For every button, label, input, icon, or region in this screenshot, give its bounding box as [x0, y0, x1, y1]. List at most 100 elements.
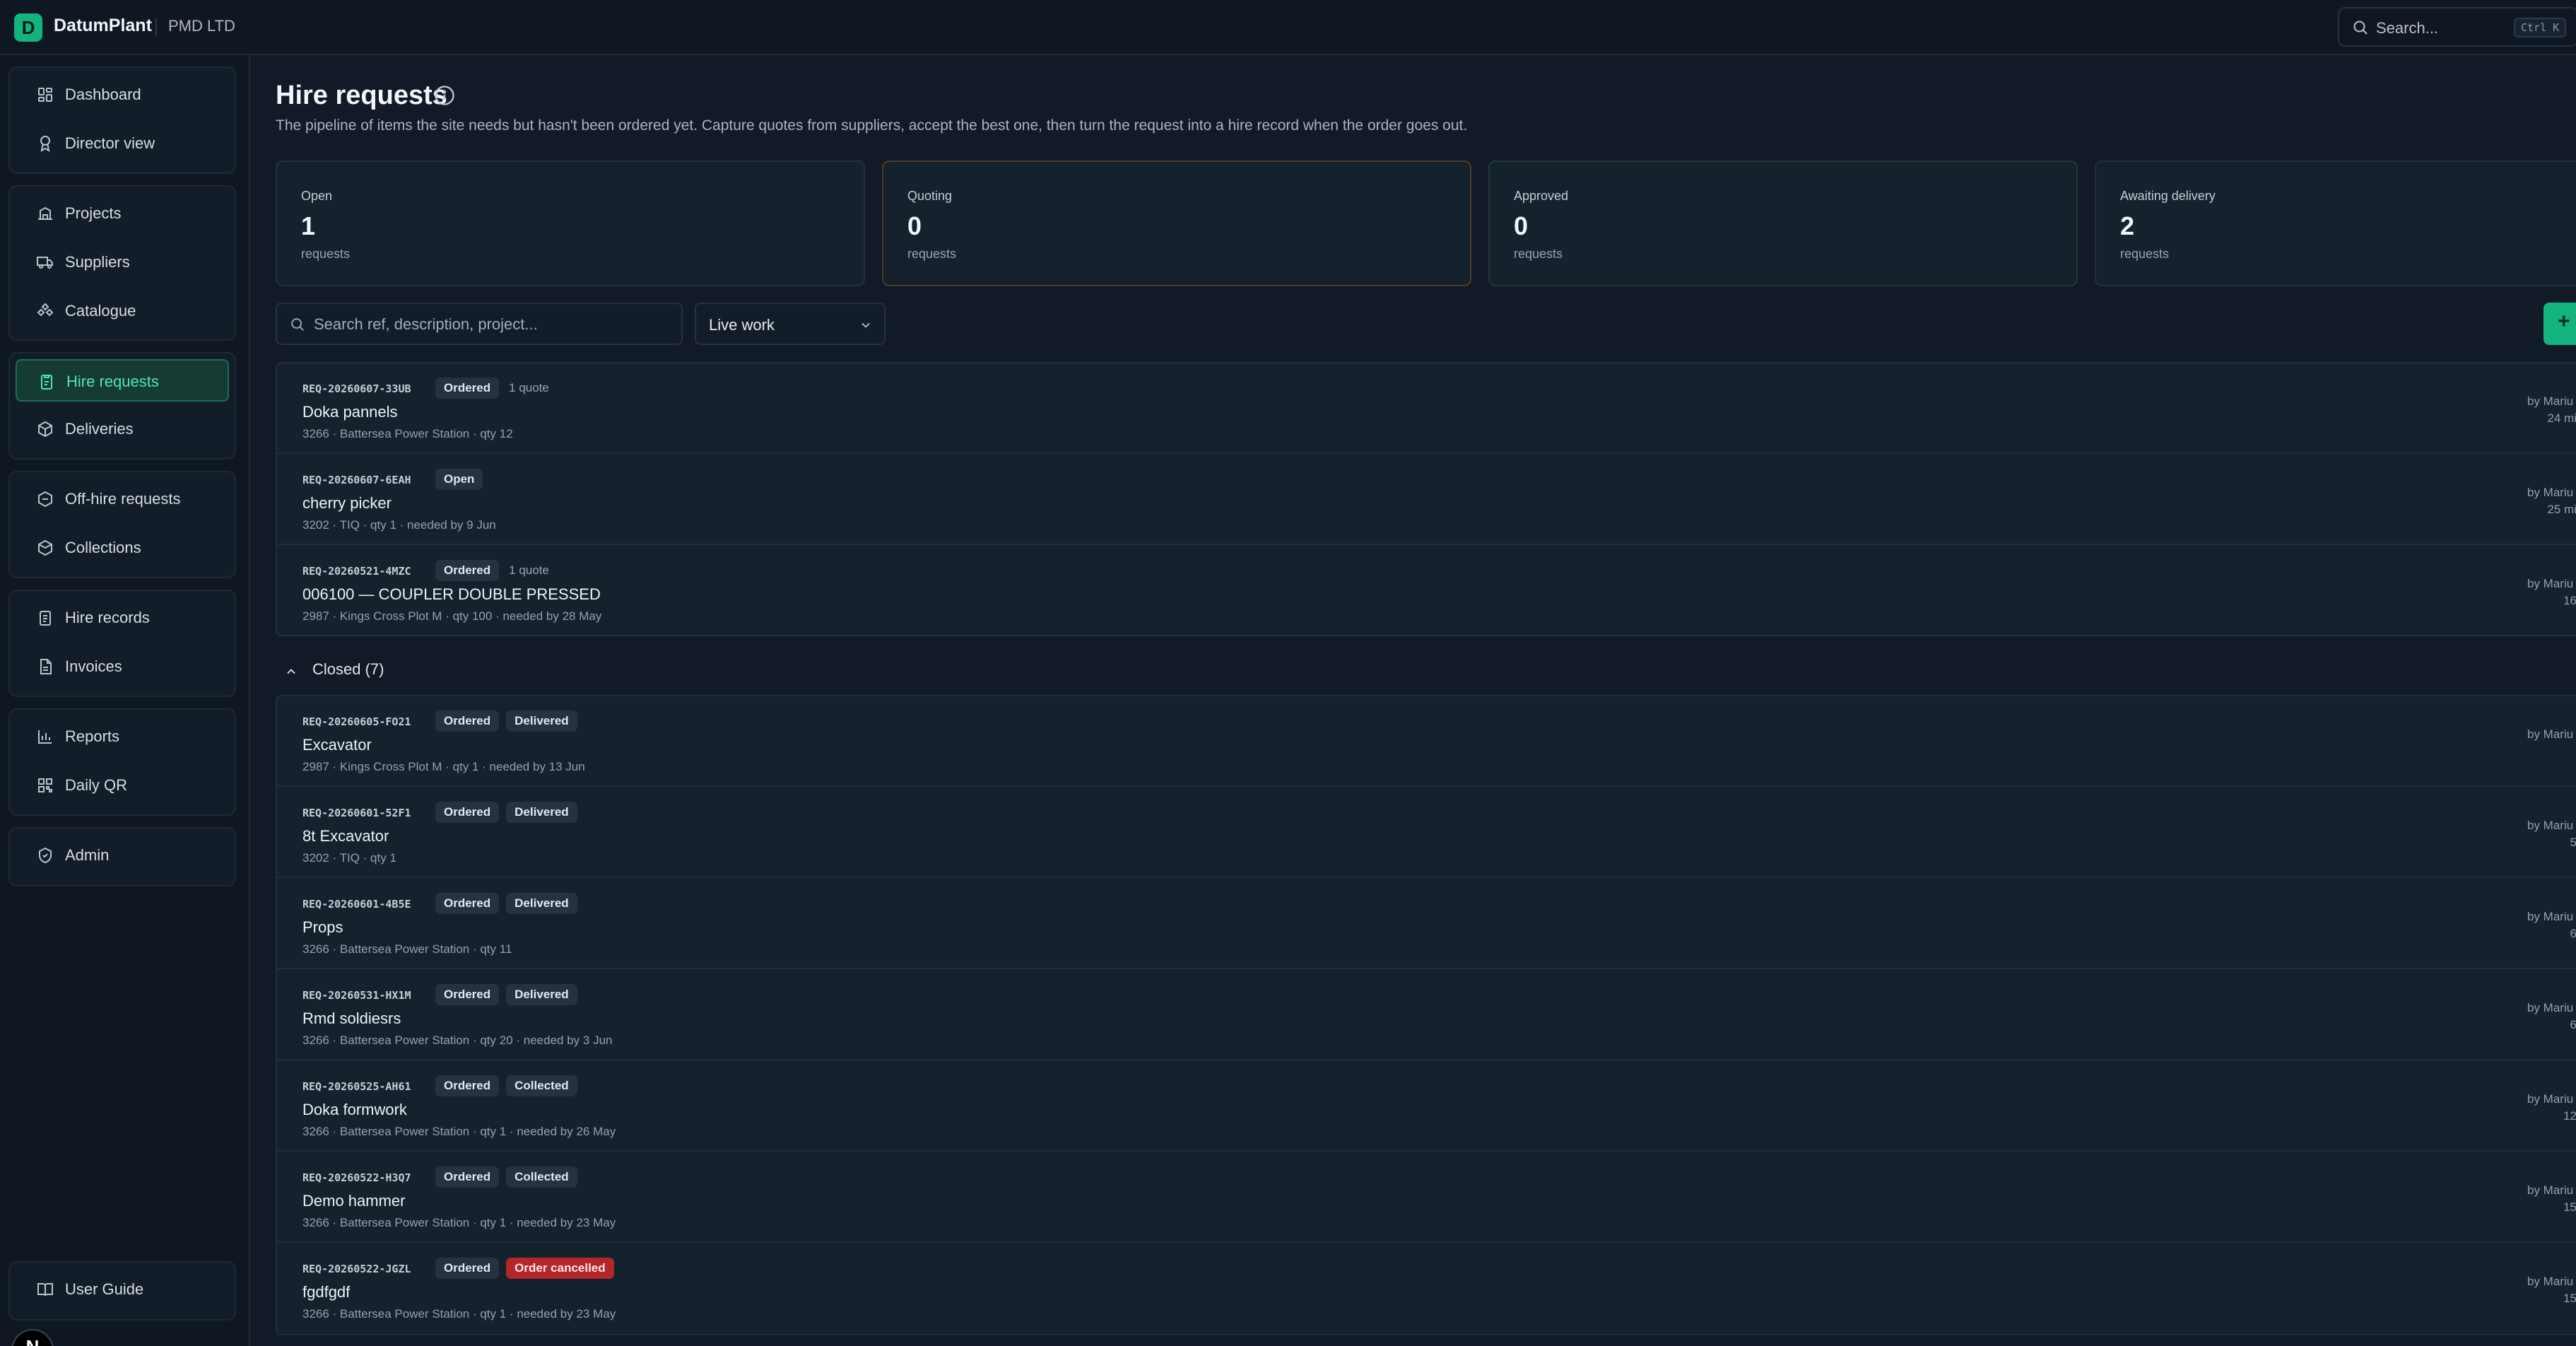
request-author: by Mariu — [2527, 1183, 2574, 1197]
request-meta: 3266 · Battersea Power Station · qty 20 … — [302, 1034, 613, 1047]
sidebar-item-admin[interactable]: Admin — [16, 834, 229, 877]
status-badges: Ordered Delivered — [435, 984, 577, 1005]
collections-icon — [38, 539, 52, 556]
sidebar-item-hire-records[interactable]: Hire records — [16, 597, 229, 639]
sidebar-item-projects[interactable]: Projects — [16, 192, 229, 235]
sidebar-item-suppliers[interactable]: Suppliers — [16, 241, 229, 283]
sidebar-item-catalogue[interactable]: Catalogue — [16, 290, 229, 332]
sidebar-item-label: Suppliers — [65, 253, 130, 271]
closed-requests-list: REQ-20260605-FO21 Ordered Delivered Exca… — [276, 695, 2576, 1335]
sidebar-item-daily-qr[interactable]: Daily QR — [16, 764, 229, 807]
request-ref: REQ-20260605-FO21 — [302, 715, 411, 728]
nav-group-admin: Admin — [8, 827, 236, 886]
stat-unit: requests — [2120, 247, 2170, 261]
stat-card-quoting[interactable]: Quoting 0 requests — [882, 160, 1471, 286]
package-icon — [38, 421, 52, 438]
sidebar-item-deliveries[interactable]: Deliveries — [16, 408, 229, 450]
request-row[interactable]: REQ-20260521-4MZC Ordered 1 quote 006100… — [277, 546, 2576, 635]
stat-card-approved[interactable]: Approved 0 requests — [1488, 160, 2078, 286]
status-badges: Ordered Order cancelled — [435, 1258, 614, 1279]
request-author: by Mariu — [2527, 1275, 2574, 1288]
nav-group-setup: Projects Suppliers Catalogue — [8, 185, 236, 341]
request-row[interactable]: REQ-20260601-4B5E Ordered Delivered Prop… — [277, 879, 2576, 969]
sidebar-item-label: Admin — [65, 846, 110, 864]
status-badge: Ordered — [435, 1166, 500, 1188]
request-row[interactable]: REQ-20260522-H3Q7 Ordered Collected Demo… — [277, 1152, 2576, 1243]
request-ref: REQ-20260525-AH61 — [302, 1080, 411, 1093]
stat-unit: requests — [907, 247, 957, 261]
new-request-button[interactable]: + — [2543, 303, 2576, 345]
request-row[interactable]: REQ-20260607-6EAH Open cherry picker 320… — [277, 455, 2576, 545]
request-author: by Mariu — [2527, 577, 2574, 590]
stat-card-open[interactable]: Open 1 requests — [276, 160, 865, 286]
stat-label: Open — [301, 189, 333, 203]
request-row[interactable]: REQ-20260531-HX1M Ordered Delivered Rmd … — [277, 970, 2576, 1060]
status-badges: Ordered Delivered — [435, 710, 577, 732]
stat-unit: requests — [1514, 247, 1563, 261]
stat-value: 1 — [301, 211, 316, 240]
request-title: Props — [302, 918, 343, 936]
search-icon — [2353, 21, 2368, 35]
sidebar-item-label: Dashboard — [65, 86, 141, 103]
request-age: 5 — [2527, 836, 2576, 850]
stat-label: Quoting — [907, 189, 953, 203]
nav-group-off-hire: Off-hire requests Collections — [8, 471, 236, 578]
nav-group-requests: Hire requests Deliveries — [8, 352, 236, 460]
request-age: 16 — [2563, 594, 2576, 607]
truck-icon — [37, 257, 53, 269]
request-row[interactable]: REQ-20260601-52F1 Ordered Delivered 8t E… — [277, 788, 2576, 878]
request-title: Doka pannels — [302, 403, 398, 421]
status-badge: Ordered — [435, 802, 500, 823]
request-row[interactable]: REQ-20260605-FO21 Ordered Delivered Exca… — [277, 696, 2576, 787]
request-meta: 2987 · Kings Cross Plot M · qty 100 · ne… — [302, 609, 602, 623]
sidebar-item-reports[interactable]: Reports — [16, 715, 229, 758]
sidebar-item-user-guide[interactable]: User Guide — [16, 1268, 229, 1311]
brand-name[interactable]: DatumPlant — [54, 16, 152, 36]
sidebar: Dashboard Director view Projects Supplie… — [0, 55, 250, 1346]
scope-select[interactable]: Live work — [695, 303, 886, 345]
new-request-label: + — [2558, 310, 2570, 333]
request-ref: REQ-20260522-JGZL — [302, 1263, 411, 1275]
sidebar-item-hire-requests[interactable]: Hire requests — [16, 359, 229, 402]
request-age: 6 — [2527, 927, 2576, 941]
request-age: 6 — [2527, 1018, 2576, 1032]
request-title: fgdfgdf — [302, 1283, 351, 1301]
stat-value: 0 — [1514, 211, 1529, 240]
sidebar-item-invoices[interactable]: Invoices — [16, 645, 229, 688]
sidebar-item-label: Off-hire requests — [65, 490, 181, 508]
brand-logo[interactable]: D — [14, 13, 42, 42]
sidebar-item-director-view[interactable]: Director view — [16, 122, 229, 165]
request-row[interactable]: REQ-20260525-AH61 Ordered Collected Doka… — [277, 1061, 2576, 1152]
request-author: by Mariu — [2527, 910, 2574, 923]
request-title: cherry picker — [302, 494, 392, 512]
request-meta: 2987 · Kings Cross Plot M · qty 1 · need… — [302, 760, 585, 773]
status-badges: Ordered Collected — [435, 1075, 577, 1096]
status-badge: Ordered — [435, 1075, 500, 1096]
global-search-placeholder: Search... — [2376, 19, 2439, 37]
info-icon[interactable] — [434, 85, 455, 106]
request-row[interactable]: REQ-20260607-33UB Ordered 1 quote Doka p… — [277, 363, 2576, 454]
request-meta: 3202 · TIQ · qty 1 — [302, 851, 396, 865]
request-search-input[interactable] — [314, 312, 667, 336]
sidebar-item-dashboard[interactable]: Dashboard — [16, 74, 229, 116]
request-meta: 3202 · TIQ · qty 1 · needed by 9 Jun — [302, 518, 496, 532]
request-ref: REQ-20260521-4MZC — [302, 565, 411, 578]
request-search[interactable] — [276, 303, 683, 345]
sidebar-item-collections[interactable]: Collections — [16, 527, 229, 569]
bar-chart-icon — [38, 730, 52, 744]
status-badge: Ordered — [435, 560, 500, 581]
sidebar-item-label: Hire records — [65, 609, 150, 626]
global-search[interactable]: Search... Ctrl K — [2338, 7, 2576, 47]
sidebar-item-off-hire-requests[interactable]: Off-hire requests — [16, 478, 229, 520]
request-author: by Mariu — [2527, 394, 2574, 408]
stat-card-awaiting-delivery[interactable]: Awaiting delivery 2 requests — [2095, 160, 2576, 286]
nav-group-finance: Hire records Invoices — [8, 590, 236, 697]
page-description: The pipeline of items the site needs but… — [276, 117, 1468, 134]
request-row[interactable]: REQ-20260522-JGZL Ordered Order cancelle… — [277, 1243, 2576, 1334]
projects-icon — [38, 206, 52, 220]
request-meta: 3266 · Battersea Power Station · qty 1 ·… — [302, 1125, 616, 1138]
stat-label: Awaiting delivery — [2120, 189, 2216, 203]
award-icon — [40, 136, 50, 152]
stat-unit: requests — [301, 247, 351, 261]
sidebar-item-label: Deliveries — [65, 420, 134, 438]
